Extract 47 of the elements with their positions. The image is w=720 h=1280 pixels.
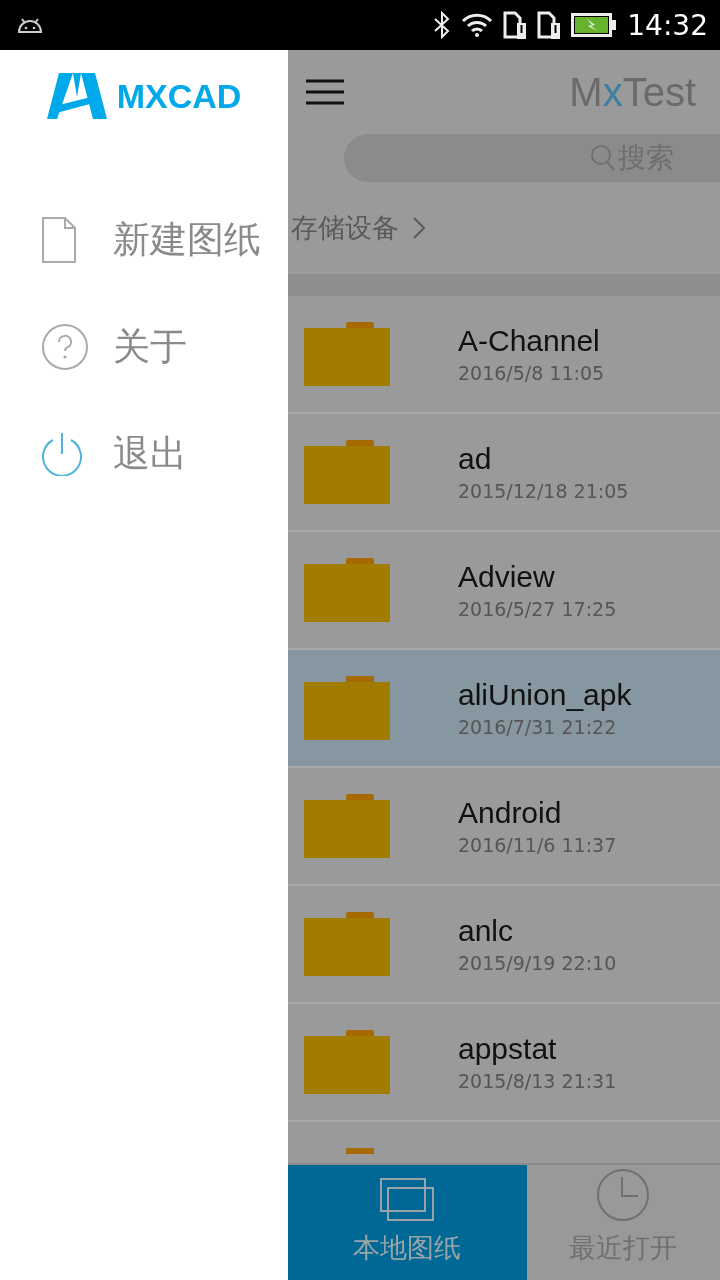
sim-icon xyxy=(503,11,528,39)
battery-icon xyxy=(571,13,618,37)
logo-text: MXCAD xyxy=(116,76,242,116)
folder-icon xyxy=(304,676,390,740)
sim-icon xyxy=(537,11,562,39)
menu-icon[interactable] xyxy=(306,79,344,105)
folder-name: aliUnion_apk xyxy=(458,678,632,712)
layers-icon xyxy=(380,1178,435,1222)
modified-date: 2016/7/31 21:22 xyxy=(458,716,618,738)
menu-item[interactable]: 新建图纸 xyxy=(0,186,288,293)
search-icon xyxy=(590,144,616,172)
folder-name: appstat xyxy=(458,1032,558,1066)
folder-icon xyxy=(304,322,390,386)
folder-icon xyxy=(304,440,390,504)
modified-date: 2015/8/13 21:31 xyxy=(458,1070,617,1092)
file-row[interactable]: aliUnion_apk 2016/7/31 21:22 xyxy=(288,650,720,768)
bluetooth-icon xyxy=(433,11,452,39)
wifi-icon xyxy=(461,13,494,37)
folder-name: anlc xyxy=(458,914,515,948)
folder-icon xyxy=(304,912,390,976)
folder-name: A-Channel xyxy=(458,324,601,358)
help-icon xyxy=(41,322,89,371)
modified-date: 2015/12/18 21:05 xyxy=(458,480,629,502)
folder-icon xyxy=(304,1030,390,1094)
modified-date: 2015/9/19 22:10 xyxy=(458,952,617,974)
folder-name: Android xyxy=(458,796,563,830)
clock-icon xyxy=(596,1168,651,1222)
modified-date: 2016/5/27 17:25 xyxy=(458,598,617,620)
modified-date: 2016/5/8 11:05 xyxy=(458,362,605,384)
modified-date: 2016/11/6 11:37 xyxy=(458,834,617,856)
folder-name: ad xyxy=(458,442,493,476)
folder-name: Adview xyxy=(458,560,556,594)
folder-icon xyxy=(304,794,390,858)
file-row[interactable]: appstat 2015/8/13 21:31 xyxy=(288,1004,720,1122)
power-icon xyxy=(41,431,83,476)
chevron-icon xyxy=(413,217,425,239)
clock-time: 14:32 xyxy=(627,8,708,42)
menu-item[interactable]: 关于 xyxy=(0,293,288,400)
folder-icon xyxy=(304,558,390,622)
file-row[interactable]: Android 2016/11/6 11:37 xyxy=(288,768,720,886)
file-row[interactable]: anlc 2015/9/19 22:10 xyxy=(288,886,720,1004)
android-icon xyxy=(16,16,44,34)
document-icon xyxy=(41,215,77,264)
logo-icon xyxy=(46,73,107,119)
menu-item[interactable]: 退出 xyxy=(0,400,288,507)
file-row[interactable]: ad 2015/12/18 21:05 xyxy=(288,414,720,532)
file-row[interactable]: A-Channel 2016/5/8 11:05 xyxy=(288,296,720,414)
